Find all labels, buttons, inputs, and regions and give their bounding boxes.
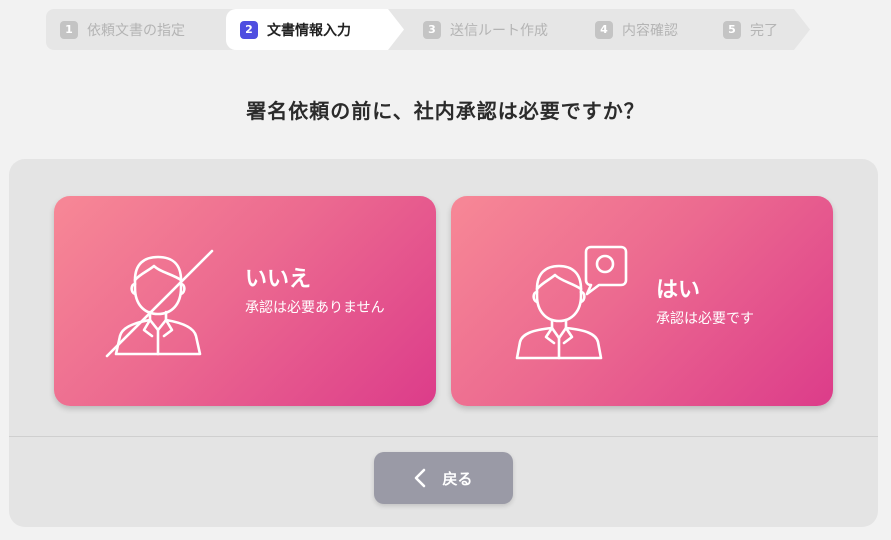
option-yes-card[interactable]: はい 承認は必要です [451, 196, 833, 406]
person-crossed-out-icon [105, 249, 214, 358]
step-label: 完了 [750, 22, 778, 39]
step-label: 文書情報入力 [267, 22, 351, 39]
step-label: 内容確認 [622, 22, 678, 39]
step-label: 依頼文書の指定 [87, 22, 185, 39]
person-speech-bubble-icon [515, 245, 628, 360]
back-button-label: 戻る [442, 469, 473, 488]
step-4: 4 内容確認 [595, 9, 678, 50]
progress-stepper: 1 依頼文書の指定 2 文書情報入力 3 送信ルート作成 4 内容確認 5 完了 [46, 9, 810, 50]
option-no-subtitle: 承認は必要ありません [245, 300, 385, 316]
step-2-active: 2 文書情報入力 [226, 9, 404, 50]
step-5: 5 完了 [723, 9, 778, 50]
option-yes-title: はい [656, 278, 701, 303]
step-1: 1 依頼文書の指定 [60, 9, 185, 50]
step-3: 3 送信ルート作成 [423, 9, 548, 50]
step-number: 1 [60, 20, 78, 39]
back-button[interactable]: 戻る [374, 452, 513, 504]
page-question: 署名依頼の前に、社内承認は必要ですか？ [246, 99, 645, 123]
step-number: 2 [240, 20, 258, 39]
step-number: 3 [423, 20, 441, 39]
chevron-left-icon [414, 468, 426, 488]
divider [9, 436, 878, 437]
step-label: 送信ルート作成 [450, 22, 548, 39]
option-no-card[interactable]: いいえ 承認は必要ありません [54, 196, 436, 406]
choice-panel: いいえ 承認は必要ありません はい 承認は必要です 戻る [9, 159, 878, 527]
step-number: 5 [723, 20, 741, 39]
option-yes-subtitle: 承認は必要です [656, 311, 754, 327]
step-number: 4 [595, 20, 613, 39]
option-no-title: いいえ [245, 267, 312, 292]
